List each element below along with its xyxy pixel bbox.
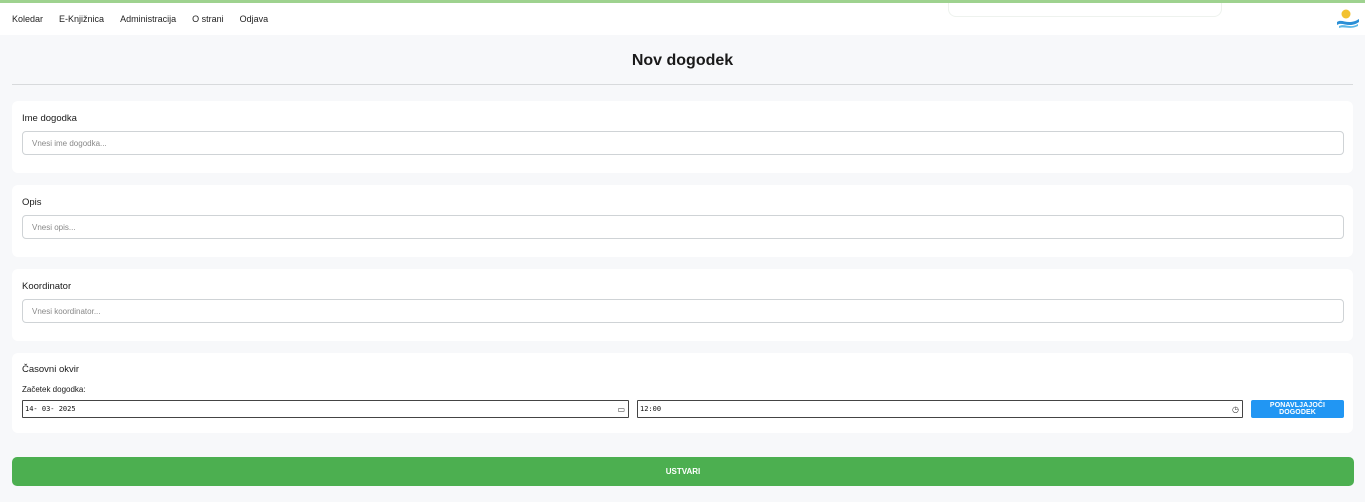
title-divider [12, 84, 1353, 85]
event-name-input[interactable] [22, 131, 1344, 155]
event-name-card: Ime dogodka [12, 101, 1353, 173]
start-date-input[interactable]: 14- 03- 2025 ▭ [22, 400, 629, 418]
calendar-icon[interactable]: ▭ [617, 405, 625, 414]
event-name-label: Ime dogodka [22, 113, 77, 124]
start-date-value: 14- 03- 2025 [25, 405, 76, 413]
description-label: Opis [22, 197, 42, 208]
start-time-input[interactable]: 12:00 ◷ [637, 400, 1243, 418]
start-label: Začetek dogodka: [22, 385, 86, 394]
coordinator-card: Koordinator [12, 269, 1353, 341]
create-button[interactable]: USTVARI [12, 457, 1354, 486]
coordinator-input[interactable] [22, 299, 1344, 323]
nav-decoration [948, 3, 1222, 17]
nav-item-e-knjiznica[interactable]: E-Knjižnica [59, 14, 104, 24]
description-input[interactable] [22, 215, 1344, 239]
nav-item-koledar[interactable]: Koledar [12, 14, 43, 24]
timeframe-label: Časovni okvir [22, 364, 80, 375]
coordinator-label: Koordinator [22, 281, 72, 292]
timeframe-card: Časovni okvir Začetek dogodka: 14- 03- 2… [12, 353, 1353, 433]
start-time-value: 12:00 [640, 405, 662, 413]
clock-icon[interactable]: ◷ [1232, 405, 1239, 414]
page-title: Nov dogodek [631, 52, 734, 69]
nav-item-o-strani[interactable]: O strani [192, 14, 224, 24]
nav-item-odjava[interactable]: Odjava [240, 14, 269, 24]
description-card: Opis [12, 185, 1353, 257]
logo-icon[interactable] [1336, 8, 1360, 30]
top-navbar: Koledar E-Knjižnica Administracija O str… [0, 3, 1365, 35]
nav-item-administracija[interactable]: Administracija [120, 14, 176, 24]
recurring-event-button[interactable]: PONAVLJAJOČI DOGODEK [1251, 400, 1344, 418]
